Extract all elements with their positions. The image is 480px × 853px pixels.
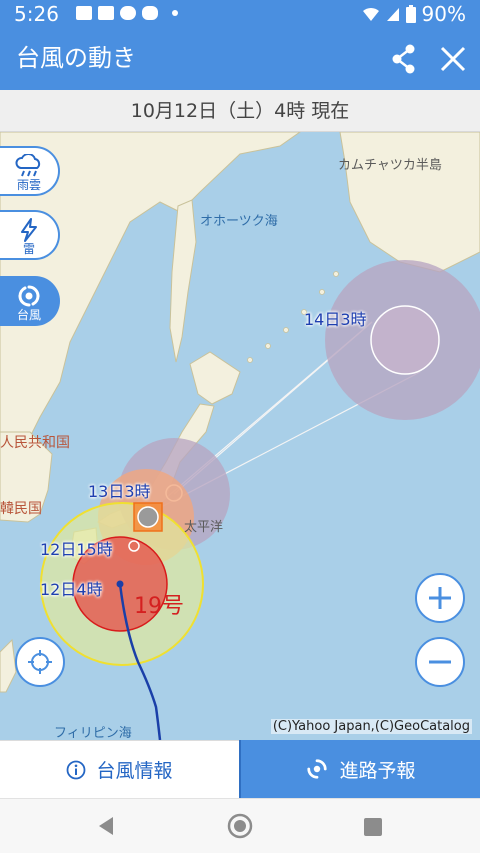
rain-cloud-icon <box>15 154 41 177</box>
map-copyright: (C)Yahoo Japan,(C)GeoCatalog <box>270 719 472 734</box>
tab-label-route-forecast: 進路予報 <box>339 759 416 782</box>
status-time: 5:26 <box>14 2 59 26</box>
label-korea: 韓民国 <box>0 501 42 517</box>
layer-label-thunder: 雷 <box>22 242 35 256</box>
track-label-13d3h: 13日3時 <box>88 482 151 501</box>
battery-icon <box>405 5 416 23</box>
bottom-tab-bar: 台風情報 進路予報 <box>0 740 480 798</box>
current-datetime: 10月12日（土）4時 現在 <box>130 100 350 122</box>
crosshair-icon <box>28 650 52 674</box>
plus-icon <box>429 587 451 609</box>
typhoon-number: 19号 <box>134 594 184 619</box>
typhoon-map[interactable]: カムチャツカ半島 オホーツク海 人民共和国 韓民国 太平洋 フィリピン海 14日… <box>0 132 480 740</box>
info-icon <box>67 760 86 779</box>
recents-icon[interactable] <box>364 818 382 836</box>
track-label-12d15h: 12日15時 <box>40 540 113 559</box>
tab-route-forecast[interactable]: 進路予報 <box>239 740 480 798</box>
landmass-taiwan <box>0 638 17 693</box>
page-title: 台風の動き <box>16 44 136 72</box>
chat-icon <box>142 6 158 20</box>
wifi-icon <box>362 7 379 21</box>
date-bar: 10月12日（土）4時 現在 <box>0 90 480 132</box>
email-icon <box>98 6 114 20</box>
typhoon-icon <box>18 285 40 307</box>
warning-marker <box>133 502 163 532</box>
layer-label-rain: 雨雲 <box>16 178 41 192</box>
battery-percent: 90% <box>421 2 466 26</box>
layer-button-rain[interactable]: 雨雲 <box>0 146 60 196</box>
label-china: 人民共和国 <box>0 435 70 451</box>
landmass-kamchatka <box>339 132 480 273</box>
zoom-in-button[interactable] <box>415 573 465 623</box>
status-bar: 5:26 90% <box>0 0 480 28</box>
close-icon <box>440 46 466 72</box>
system-icons: 90% <box>362 2 466 26</box>
track-label-12d4h: 12日4時 <box>40 580 103 599</box>
label-pacific: 太平洋 <box>184 520 224 535</box>
back-icon[interactable] <box>96 816 116 836</box>
close-button[interactable] <box>436 42 470 76</box>
landmass-hokkaido <box>189 351 241 405</box>
current-position-dot <box>116 580 124 588</box>
layer-button-thunder[interactable]: 雷 <box>0 210 60 260</box>
track-label-14d3h: 14日3時 <box>304 310 367 329</box>
share-button[interactable] <box>388 42 420 76</box>
forecast-center-14d3h <box>370 305 440 375</box>
tab-typhoon-info[interactable]: 台風情報 <box>0 740 239 798</box>
layer-label-typhoon: 台風 <box>16 308 41 322</box>
label-kamchatka: カムチャツカ半島 <box>338 158 442 173</box>
locate-button[interactable] <box>15 637 65 687</box>
typhoon-icon <box>307 759 328 779</box>
label-okhotsk: オホーツク海 <box>200 214 278 229</box>
cloud-icon <box>120 6 136 20</box>
minus-icon <box>429 660 451 664</box>
app-bar: 台風の動き <box>0 28 480 90</box>
signal-icon <box>386 8 399 21</box>
landmass-sakhalin <box>169 199 197 363</box>
tab-label-typhoon-info: 台風情報 <box>96 760 173 782</box>
home-icon[interactable] <box>226 812 254 840</box>
layer-button-typhoon[interactable]: 台風 <box>0 276 60 326</box>
label-philippine-sea: フィリピン海 <box>54 726 132 740</box>
image-icon <box>76 6 92 20</box>
zoom-out-button[interactable] <box>415 637 465 687</box>
notification-icons <box>76 6 178 20</box>
system-nav-bar <box>0 798 480 853</box>
share-icon <box>392 44 415 74</box>
dot-icon <box>172 10 178 16</box>
lightning-icon <box>21 218 37 242</box>
